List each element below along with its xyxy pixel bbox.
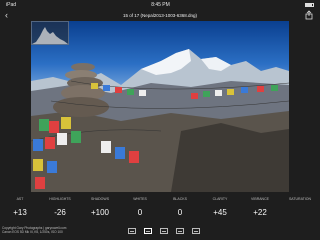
caption-line-2: Canon EOS 5D Mk III, f/8, 1/250s, ISO 10…	[2, 230, 63, 235]
crop-icon[interactable]	[160, 228, 168, 234]
adjustment-labels: AST HIGHLIGHTS SHADOWS WHITES BLACKS CLA…	[0, 197, 320, 205]
value-whites[interactable]: 0	[120, 208, 160, 222]
label-saturation[interactable]: SATURATION	[280, 197, 320, 205]
adjust-icon[interactable]	[144, 228, 152, 234]
filmstrip-icon[interactable]	[128, 228, 136, 234]
battery-icon	[304, 2, 314, 7]
top-bar: ‹ 15 of 17 (Nepal2013-1003-6368.dng)	[0, 9, 320, 21]
photo-canvas[interactable]	[31, 21, 289, 192]
value-saturation[interactable]	[280, 208, 320, 222]
value-shadows[interactable]: +100	[80, 208, 120, 222]
carrier: iPad	[6, 1, 17, 8]
status-right	[304, 2, 314, 7]
bottom-toolbar	[128, 228, 200, 234]
value-blacks[interactable]: 0	[160, 208, 200, 222]
status-bar: iPad 8:45 PM	[0, 0, 320, 9]
photo-title: 15 of 17 (Nepal2013-1003-6368.dng)	[122, 12, 198, 18]
value-contrast[interactable]: +13	[0, 208, 40, 222]
clock: 8:45 PM	[151, 1, 170, 8]
value-vibrance[interactable]: +22	[240, 208, 280, 222]
label-clarity[interactable]: CLARITY	[200, 197, 240, 205]
label-whites[interactable]: WHITES	[120, 197, 160, 205]
label-highlights[interactable]: HIGHLIGHTS	[40, 197, 80, 205]
label-vibrance[interactable]: VIBRANCE	[240, 197, 280, 205]
presets-icon[interactable]	[176, 228, 184, 234]
landscape-photo	[31, 49, 289, 192]
label-shadows[interactable]: SHADOWS	[80, 197, 120, 205]
info-icon[interactable]	[192, 228, 200, 234]
value-highlights[interactable]: -26	[40, 208, 80, 222]
share-icon[interactable]	[304, 10, 314, 20]
label-contrast[interactable]: AST	[0, 197, 40, 205]
value-clarity[interactable]: +45	[200, 208, 240, 222]
histogram	[31, 21, 69, 45]
adjustment-values: +13 -26 +100 0 0 +45 +22	[0, 208, 320, 222]
back-button[interactable]: ‹	[5, 9, 8, 21]
label-blacks[interactable]: BLACKS	[160, 197, 200, 205]
photo-caption: Copyright Gary Photographs | garyrowell.…	[2, 226, 142, 235]
